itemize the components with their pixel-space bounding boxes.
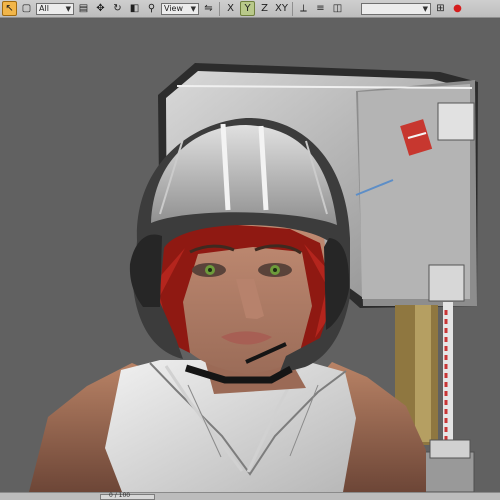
perspective-viewport[interactable] (0, 19, 500, 492)
selection-filter-value: All (39, 4, 49, 13)
status-bar: 0 / 100 (0, 492, 500, 500)
named-selection-dropdown[interactable]: ▼ (361, 2, 431, 15)
app-window: ↖ ▢ All ▼ ▤ ✥ ↻ ◧ ⚲ View ▼ ⇋ X Y Z XY ⟂ … (0, 0, 500, 500)
axis-x-button[interactable]: X (223, 1, 238, 16)
chevron-down-icon: ▼ (422, 4, 428, 13)
time-slider-label: 0 / 100 (109, 492, 131, 499)
axis-xy-button[interactable]: XY (274, 1, 289, 16)
reference-coordinate-dropdown[interactable]: View ▼ (161, 2, 199, 15)
scale-icon[interactable]: ◧ (127, 1, 142, 16)
character-render (29, 63, 478, 492)
select-by-name-icon[interactable]: ▤ (76, 1, 91, 16)
select-object-icon[interactable]: ↖ (2, 1, 17, 16)
layers-icon[interactable]: ≡ (313, 1, 328, 16)
chevron-down-icon: ▼ (65, 4, 71, 13)
selection-filter-dropdown[interactable]: All ▼ (36, 2, 74, 15)
rotate-icon[interactable]: ↻ (110, 1, 125, 16)
main-toolbar: ↖ ▢ All ▼ ▤ ✥ ↻ ◧ ⚲ View ▼ ⇋ X Y Z XY ⟂ … (0, 0, 500, 18)
axis-y-button[interactable]: Y (240, 1, 255, 16)
align-icon[interactable]: ⟂ (296, 1, 311, 16)
move-icon[interactable]: ✥ (93, 1, 108, 16)
chevron-down-icon: ▼ (190, 4, 196, 13)
axis-z-button[interactable]: Z (257, 1, 272, 16)
schematic-icon[interactable]: ⊞ (433, 1, 448, 16)
mirror-icon[interactable]: ⇋ (201, 1, 216, 16)
time-slider[interactable]: 0 / 100 (100, 492, 155, 500)
select-region-icon[interactable]: ▢ (19, 1, 34, 16)
reference-coordinate-value: View (164, 4, 183, 13)
toolbar-divider (219, 1, 220, 16)
toolbar-divider (292, 1, 293, 16)
snap-icon[interactable]: ⚲ (144, 1, 159, 16)
curve-editor-icon[interactable]: ◫ (330, 1, 345, 16)
render-icon[interactable]: ● (450, 1, 465, 16)
